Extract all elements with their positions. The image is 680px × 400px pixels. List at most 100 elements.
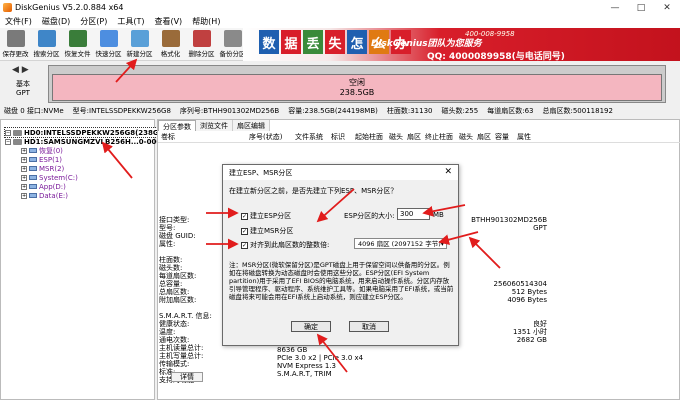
menu-view[interactable]: 查看(V): [149, 16, 187, 27]
expand-icon[interactable]: +: [21, 183, 27, 190]
menu-partition[interactable]: 分区(P): [75, 16, 112, 27]
free-partition-block[interactable]: 空闲 238.5GB: [52, 74, 662, 101]
expand-icon[interactable]: +: [21, 192, 27, 199]
tree-item-label: MSR(2): [39, 164, 65, 173]
nav-arrows-icon[interactable]: ◀ ▶: [12, 65, 29, 75]
esp-size-input[interactable]: 300: [397, 208, 430, 220]
column-header[interactable]: 属性: [514, 132, 538, 142]
column-header[interactable]: 磁头: [456, 132, 474, 142]
expand-icon[interactable]: +: [21, 174, 27, 181]
tree-partition-item[interactable]: + ESP(1): [21, 155, 62, 164]
partition-icon: [29, 184, 37, 189]
tree-partition-item[interactable]: + System(C:): [21, 173, 78, 182]
tree-partition-item[interactable]: + Data(E:): [21, 191, 68, 200]
ok-button[interactable]: 确定: [291, 321, 331, 332]
column-header[interactable]: 磁头: [386, 132, 404, 142]
create-esp-checkbox[interactable]: ✓ 建立ESP分区: [241, 211, 291, 221]
smart-details-button[interactable]: 详情: [171, 372, 203, 382]
column-header[interactable]: 序号(状态): [246, 132, 292, 142]
property-value: [471, 232, 547, 240]
tab-sector-edit[interactable]: 扇区编辑: [233, 120, 270, 131]
create-esp-label: 建立ESP分区: [250, 212, 292, 220]
checkbox-checked-icon[interactable]: ✓: [241, 212, 248, 220]
property-value: [471, 256, 547, 264]
disk-property-values: BTHH901302MD256B GPT 256060514304 512 Bytes…: [471, 216, 547, 384]
dialog-close-icon[interactable]: ✕: [444, 167, 452, 177]
property-value: 512 Bytes: [511, 288, 547, 296]
checkbox-checked-icon[interactable]: ✓: [241, 241, 248, 249]
property-value: 1351 小时: [512, 328, 547, 336]
menu-file[interactable]: 文件(F): [0, 16, 37, 27]
new-partition-icon: [130, 30, 149, 47]
checkbox-checked-icon[interactable]: ✓: [241, 227, 248, 235]
maximize-icon[interactable]: □: [628, 0, 654, 15]
tree-disk-item[interactable]: − HD0:INTELSSDPEKKW256G8(238GB): [3, 127, 169, 138]
menu-tools[interactable]: 工具(T): [112, 16, 149, 27]
collapse-icon[interactable]: −: [5, 129, 11, 136]
expand-icon[interactable]: +: [21, 156, 27, 163]
toolbar-button-6[interactable]: 删除分区: [186, 28, 217, 61]
minimize-icon[interactable]: —: [602, 0, 628, 15]
column-header[interactable]: 终止柱面: [422, 132, 456, 142]
banner-char: 数: [259, 30, 279, 54]
property-label: 健康状态:: [159, 320, 190, 328]
toolbar-button-2[interactable]: 恢复文件: [62, 28, 93, 61]
toolbar-button-5[interactable]: 格式化: [155, 28, 186, 61]
property-label: 主机写量总计:: [159, 352, 204, 360]
property-value: [471, 376, 547, 384]
property-value: [471, 264, 547, 272]
cancel-button[interactable]: 取消: [349, 321, 389, 332]
column-header[interactable]: 标识: [328, 132, 352, 142]
align-sector-select[interactable]: 4096 扇区 (2097152 字节) ▾: [354, 238, 447, 249]
dialog-question: 在建立新分区之前，是否先建立下列ESP、MSR分区？: [229, 187, 398, 195]
column-header[interactable]: 起始柱面: [352, 132, 386, 142]
property-label: 主机读量总计:: [159, 344, 204, 352]
property-label: 总容量:: [159, 280, 183, 288]
create-msr-checkbox[interactable]: ✓ 建立MSR分区: [241, 226, 293, 236]
tree-item-label: HD0:INTELSSDPEKKW256G8(238GB): [24, 128, 168, 137]
close-icon[interactable]: ✕: [654, 0, 680, 15]
property-value: [471, 240, 547, 248]
column-header[interactable]: 文件系统: [292, 132, 328, 142]
banner-char: 丢: [303, 30, 323, 54]
toolbar-button-4[interactable]: 新建分区: [124, 28, 155, 61]
align-checkbox[interactable]: ✓ 对齐到此扇区数的整数倍:: [241, 240, 329, 250]
disk-info-item: 型号:INTELSSDPEKKW256G8: [72, 106, 171, 115]
esp-size-unit: MB: [433, 211, 444, 219]
collapse-icon[interactable]: −: [5, 138, 11, 145]
tab-browse-files[interactable]: 浏览文件: [196, 120, 233, 131]
tree-partition-item[interactable]: + App(D:): [21, 182, 66, 191]
tab-partition-params[interactable]: 分区参数: [158, 120, 196, 131]
property-label: 通电次数:: [159, 336, 190, 344]
toolbar-button-3[interactable]: 快速分区: [93, 28, 124, 61]
column-header[interactable]: 容量: [492, 132, 514, 142]
menu-disk[interactable]: 磁盘(D): [37, 16, 75, 27]
property-value: 4096 Bytes: [507, 296, 547, 304]
property-label: 型号:: [159, 224, 176, 232]
partition-icon: [29, 193, 37, 198]
toolbar-button-label: 快速分区: [95, 50, 122, 58]
backup-icon: [223, 30, 242, 47]
tree-partition-item[interactable]: + 恢复(0): [21, 146, 63, 155]
column-header[interactable]: 卷标: [158, 132, 246, 142]
property-label: 传输模式:: [159, 360, 190, 368]
menu-help[interactable]: 帮助(H): [187, 16, 225, 27]
app-icon: [3, 3, 12, 12]
property-value: [471, 248, 547, 256]
disk-info-item: 磁盘 0 接口:NVMe: [4, 106, 64, 115]
ad-banner[interactable]: 数据丢失怎么办 DiskGenius团队为您服务 400-008-9958 QQ…: [243, 28, 680, 61]
toolbar-button-label: 格式化: [160, 50, 181, 58]
tree-item-label: App(D:): [39, 182, 66, 191]
property-label: 柱面数:: [159, 256, 183, 264]
column-header[interactable]: 扇区: [404, 132, 422, 142]
column-header[interactable]: 扇区: [474, 132, 492, 142]
expand-icon[interactable]: +: [21, 147, 27, 154]
title-bar: DiskGenius V5.2.0.884 x64 — □ ✕: [0, 0, 680, 15]
tree-partition-item[interactable]: + MSR(2): [21, 164, 64, 173]
toolbar-button-0[interactable]: 保存更改: [0, 28, 31, 61]
property-label: S.M.A.R.T. 信息:: [159, 312, 212, 320]
toolbar-button-1[interactable]: 搜索分区: [31, 28, 62, 61]
property-label: [159, 248, 212, 256]
property-label: 附加扇区数:: [159, 296, 197, 304]
expand-icon[interactable]: +: [21, 165, 27, 172]
